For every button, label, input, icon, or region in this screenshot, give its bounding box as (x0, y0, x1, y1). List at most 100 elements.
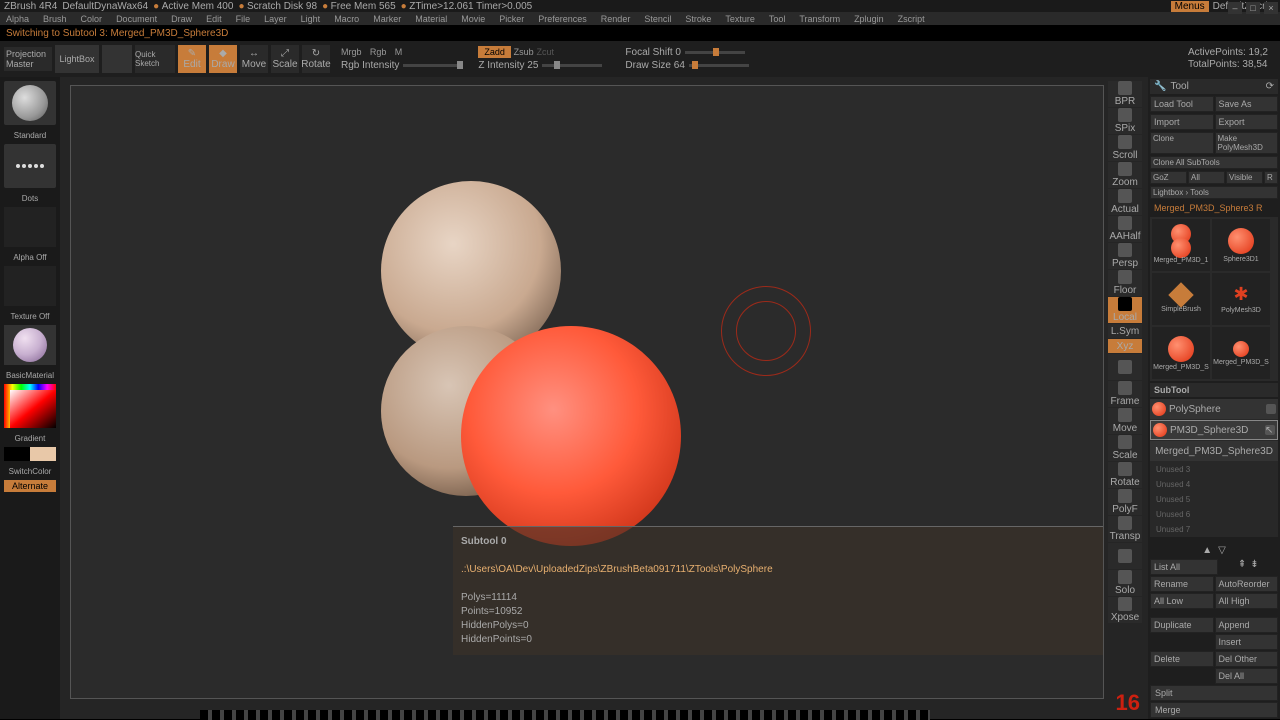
menu-file[interactable]: File (236, 14, 251, 24)
clone-button[interactable]: Clone (1150, 132, 1214, 154)
autoreorder-button[interactable]: AutoReorder (1215, 576, 1279, 592)
subtool-reorder[interactable]: ▲▽ (1150, 543, 1278, 558)
center-button[interactable] (1108, 354, 1142, 380)
subtool-header[interactable]: SubTool (1150, 383, 1278, 397)
lightbox-thumb[interactable] (102, 45, 132, 73)
del-all-button[interactable]: Del All (1215, 668, 1279, 684)
load-tool-button[interactable]: Load Tool (1150, 96, 1214, 112)
menu-material[interactable]: Material (415, 14, 447, 24)
insert-button[interactable]: Insert (1215, 634, 1279, 650)
document-canvas[interactable]: Subtool 0 .:\Users\OA\Dev\UploadedZips\Z… (70, 85, 1104, 699)
del-other-button[interactable]: Del Other (1215, 651, 1279, 667)
persp-button[interactable]: Persp (1108, 243, 1142, 269)
subtool-item[interactable]: Merged_PM3D_Sphere3D (1150, 441, 1278, 461)
rename-button[interactable]: Rename (1150, 576, 1214, 592)
lsym-button[interactable]: L.Sym (1108, 324, 1142, 338)
tool-thumb[interactable]: SimpleBrush (1152, 273, 1210, 325)
duplicate-button[interactable]: Duplicate (1150, 617, 1214, 633)
menu-document[interactable]: Document (116, 14, 157, 24)
append-button[interactable]: Append (1215, 617, 1279, 633)
goz-r-button[interactable]: R (1264, 171, 1278, 184)
alternate-button[interactable]: Alternate (4, 480, 56, 492)
menu-render[interactable]: Render (601, 14, 631, 24)
all-low-button[interactable]: All Low (1150, 593, 1214, 609)
quicksketch-button[interactable]: Quick Sketch (135, 45, 175, 73)
transp-button[interactable]: Transp (1108, 516, 1142, 542)
polyf-button[interactable]: PolyF (1108, 489, 1142, 515)
delete-button[interactable]: Delete (1150, 651, 1214, 667)
spix-button[interactable]: SPix (1108, 108, 1142, 134)
solo-button[interactable]: Solo (1108, 570, 1142, 596)
lightbox-button[interactable]: LightBox (55, 45, 99, 73)
scroll-button[interactable]: Scroll (1108, 135, 1142, 161)
bpr-button[interactable]: BPR (1108, 81, 1142, 107)
menu-alpha[interactable]: Alpha (6, 14, 29, 24)
rotate-mode-button[interactable]: ↻Rotate (302, 45, 330, 73)
tool-thumb[interactable]: Merged_PM3D_1 (1152, 219, 1210, 271)
close-icon[interactable]: × (1264, 2, 1278, 14)
menu-light[interactable]: Light (301, 14, 321, 24)
scale-mode-button[interactable]: ⤢Scale (271, 45, 299, 73)
menu-picker[interactable]: Picker (499, 14, 524, 24)
split-button[interactable]: Split (1150, 685, 1278, 701)
xpose-button[interactable]: Xpose (1108, 597, 1142, 623)
sphere-object-active[interactable] (461, 326, 681, 546)
goz-visible-button[interactable]: Visible (1226, 171, 1263, 184)
minimize-icon[interactable]: – (1228, 2, 1242, 14)
projection-master-button[interactable]: Projection Master (4, 47, 52, 71)
menu-color[interactable]: Color (81, 14, 103, 24)
list-all-button[interactable]: List All (1150, 559, 1218, 575)
local-button[interactable]: Local (1108, 297, 1142, 323)
maximize-icon[interactable]: □ (1246, 2, 1260, 14)
subtool-item[interactable]: PM3D_Sphere3D↖ (1150, 420, 1278, 440)
arrow-icon[interactable]: ⇞ (1238, 559, 1246, 575)
move-nav-button[interactable]: Move (1108, 408, 1142, 434)
texture-selector[interactable] (4, 266, 56, 306)
menu-stencil[interactable]: Stencil (644, 14, 671, 24)
floor-button[interactable]: Floor (1108, 270, 1142, 296)
import-button[interactable]: Import (1150, 114, 1214, 130)
merge-button[interactable]: Merge (1150, 702, 1278, 718)
xyz-button[interactable]: Xyz (1108, 339, 1142, 353)
refresh-icon[interactable]: ⟳ (1266, 81, 1274, 92)
lightbox-tools-button[interactable]: Lightbox › Tools (1150, 186, 1278, 199)
menu-stroke[interactable]: Stroke (685, 14, 711, 24)
menu-layer[interactable]: Layer (264, 14, 287, 24)
frame-button[interactable]: Frame (1108, 381, 1142, 407)
stroke-selector[interactable] (4, 144, 56, 188)
move-mode-button[interactable]: ↔Move (240, 45, 268, 73)
menu-tool[interactable]: Tool (769, 14, 786, 24)
alpha-selector[interactable] (4, 207, 56, 247)
zadd-button[interactable]: Zadd (478, 46, 511, 58)
color-picker[interactable] (4, 384, 56, 428)
menu-movie[interactable]: Movie (461, 14, 485, 24)
menus-button[interactable]: Menus (1171, 1, 1209, 12)
z-intensity-slider[interactable]: Z Intensity 25 (478, 60, 602, 71)
menu-texture[interactable]: Texture (725, 14, 755, 24)
goz-button[interactable]: GoZ (1150, 171, 1187, 184)
aahalf-button[interactable]: AAHalf (1108, 216, 1142, 242)
arrow-icon[interactable]: ⇟ (1250, 559, 1258, 575)
zoom-button[interactable]: Zoom (1108, 162, 1142, 188)
save-as-button[interactable]: Save As (1215, 96, 1279, 112)
actual-button[interactable]: Actual (1108, 189, 1142, 215)
subtool-item[interactable]: PolySphere (1150, 399, 1278, 419)
menu-zscript[interactable]: Zscript (898, 14, 925, 24)
menu-transform[interactable]: Transform (799, 14, 840, 24)
brush-selector[interactable] (4, 81, 56, 125)
tool-thumb[interactable]: ✱PolyMesh3D (1212, 273, 1270, 325)
menu-brush[interactable]: Brush (43, 14, 67, 24)
menu-marker[interactable]: Marker (373, 14, 401, 24)
tool-thumb[interactable]: Sphere3D1 (1212, 219, 1270, 271)
all-high-button[interactable]: All High (1215, 593, 1279, 609)
menu-zplugin[interactable]: Zplugin (854, 14, 884, 24)
tool-thumb[interactable]: Merged_PM3D_S (1212, 327, 1270, 379)
rotate-nav-button[interactable]: Rotate (1108, 462, 1142, 488)
tool-thumb[interactable]: Merged_PM3D_S (1152, 327, 1210, 379)
scale-nav-button[interactable]: Scale (1108, 435, 1142, 461)
clone-all-button[interactable]: Clone All SubTools (1150, 156, 1278, 169)
make-polymesh-button[interactable]: Make PolyMesh3D (1215, 132, 1279, 154)
color-swatches[interactable] (4, 447, 56, 461)
menu-preferences[interactable]: Preferences (538, 14, 587, 24)
export-button[interactable]: Export (1215, 114, 1279, 130)
